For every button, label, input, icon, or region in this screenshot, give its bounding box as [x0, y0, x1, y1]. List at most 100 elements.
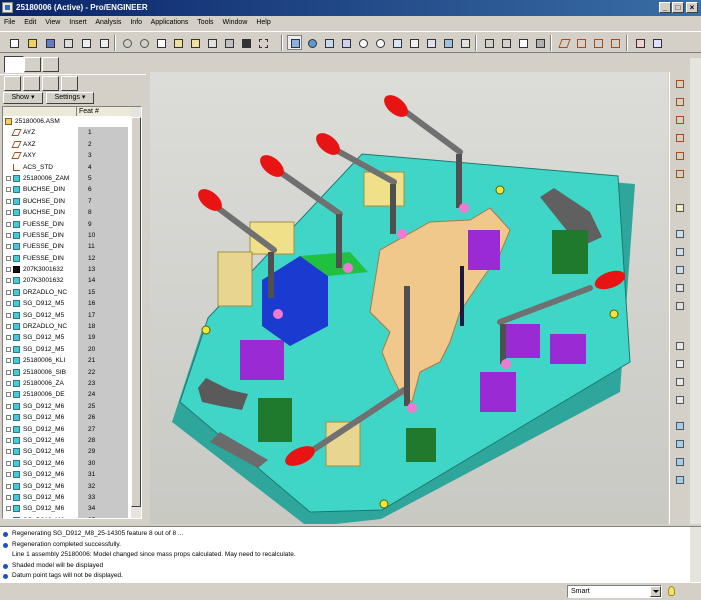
expand-icon[interactable]: [6, 358, 11, 364]
menu-edit[interactable]: Edit: [24, 19, 36, 26]
saved-views-icon[interactable]: [423, 35, 438, 50]
tree-row[interactable]: 25180006_ZA 23: [3, 377, 131, 390]
expand-icon[interactable]: [6, 380, 11, 386]
selection-filter-dropdown[interactable]: Smart: [567, 585, 662, 598]
expand-icon[interactable]: [6, 403, 11, 409]
tree-row[interactable]: 25180006_DE 24: [3, 389, 131, 401]
expand-icon[interactable]: [6, 187, 11, 193]
expand-icon[interactable]: [6, 244, 11, 250]
orient-mode-icon[interactable]: [321, 35, 336, 50]
expand-icon[interactable]: [6, 415, 11, 421]
tree-row[interactable]: 25180006_SIB 22: [3, 366, 131, 378]
expand-icon[interactable]: [6, 426, 11, 432]
undo-icon[interactable]: [119, 35, 134, 50]
hole-tool-icon[interactable]: [673, 228, 688, 242]
layer-tab[interactable]: [42, 57, 59, 72]
expand-icon[interactable]: [6, 472, 11, 478]
tree-row[interactable]: FUESSE_DIN 12: [3, 252, 131, 265]
tree-row[interactable]: SG_D912_M6 25: [3, 400, 131, 413]
tree-row[interactable]: 25180006_KLI 21: [3, 355, 131, 367]
component-add-icon[interactable]: [673, 202, 688, 216]
zoom-in-icon[interactable]: [355, 35, 370, 50]
expand-icon[interactable]: [6, 301, 11, 307]
expand-icon[interactable]: [6, 278, 11, 284]
menu-info[interactable]: Info: [130, 19, 142, 26]
coordinate-systems-icon[interactable]: [607, 35, 622, 50]
feat-column-header[interactable]: Feat #: [76, 107, 131, 116]
tree-row[interactable]: SG_D912_M6 33: [3, 491, 131, 504]
sketch-tab[interactable]: [24, 57, 41, 72]
csys-tool-icon[interactable]: [673, 168, 688, 182]
show-dropdown[interactable]: Show ▾: [3, 92, 43, 104]
tree-row[interactable]: SG_D912_M6 28: [3, 434, 131, 447]
extrude-tool-icon[interactable]: [673, 246, 688, 260]
shading-icon[interactable]: [532, 35, 547, 50]
tree-row[interactable]: SG_D912_M5 17: [3, 309, 131, 322]
table-tool-icon[interactable]: [673, 394, 688, 408]
expand-icon[interactable]: [6, 517, 11, 518]
tree-row[interactable]: SG_D912_M5 19: [3, 332, 131, 344]
datum-axis-tool-icon[interactable]: [673, 96, 688, 110]
mirror-tool-icon[interactable]: [673, 340, 688, 354]
tree-row[interactable]: SG_D912_M6 27: [3, 423, 131, 435]
tree-row[interactable]: BUCHSE_DIN 8: [3, 207, 131, 219]
tree-row[interactable]: SG_D912_M6 32: [3, 480, 131, 492]
lightbulb-icon[interactable]: [668, 586, 675, 596]
expand-icon[interactable]: [6, 198, 11, 204]
email-icon[interactable]: [78, 35, 93, 50]
tree-row[interactable]: SG_D912_M6 31: [3, 469, 131, 481]
repaint-icon[interactable]: [287, 35, 302, 50]
menu-view[interactable]: View: [45, 19, 60, 26]
tree-row[interactable]: SG_D912_M6 29: [3, 446, 131, 458]
expand-icon[interactable]: [6, 221, 11, 227]
pan-icon[interactable]: [338, 35, 353, 50]
email-attach-icon[interactable]: [96, 35, 111, 50]
layer-tree-tab[interactable]: [23, 76, 40, 91]
expand-icon[interactable]: [6, 346, 11, 352]
expand-icon[interactable]: [6, 392, 11, 398]
chevron-down-icon[interactable]: [650, 586, 661, 597]
tree-row[interactable]: SG_D912_M6 30: [3, 457, 131, 470]
expand-icon[interactable]: [6, 335, 11, 341]
close-button[interactable]: ×: [686, 2, 698, 13]
tree-row[interactable]: 25180006_ZAM 5: [3, 172, 131, 185]
menu-insert[interactable]: Insert: [69, 19, 87, 26]
group-tool-icon[interactable]: [673, 376, 688, 390]
layers-icon[interactable]: [440, 35, 455, 50]
annotation-icon[interactable]: [632, 35, 647, 50]
cut-tool-icon[interactable]: [673, 282, 688, 296]
regen-manager-icon[interactable]: [221, 35, 236, 50]
revolve-tool-icon[interactable]: [673, 264, 688, 278]
datum-plane-tool-icon[interactable]: [673, 78, 688, 92]
no-hidden-icon[interactable]: [515, 35, 530, 50]
tree-row[interactable]: SG_D912_M5 20: [3, 343, 131, 356]
tree-row[interactable]: 25180006.ASM: [3, 116, 131, 127]
new-file-icon[interactable]: [6, 35, 21, 50]
tree-row[interactable]: FUESSE_DIN 9: [3, 218, 131, 230]
context-help-icon[interactable]: [649, 35, 664, 50]
message-scrollbar[interactable]: [690, 526, 701, 582]
datum-axes-icon[interactable]: [573, 35, 588, 50]
print-icon[interactable]: [60, 35, 75, 50]
expand-icon[interactable]: [6, 494, 11, 500]
tree-row[interactable]: SG_D912_M6 34: [3, 503, 131, 515]
menu-tools[interactable]: Tools: [197, 19, 213, 26]
expand-icon[interactable]: [6, 232, 11, 238]
tree-row[interactable]: ACS_STD 4: [3, 161, 131, 173]
menu-help[interactable]: Help: [256, 19, 270, 26]
datum-curve-tool-icon[interactable]: [673, 114, 688, 128]
round-tool-icon[interactable]: [673, 300, 688, 314]
wireframe-icon[interactable]: [481, 35, 496, 50]
expand-icon[interactable]: [6, 449, 11, 455]
graphics-scrollbar[interactable]: [690, 58, 701, 524]
tree-row[interactable]: 207K3001632 13: [3, 264, 131, 276]
favorites-tab[interactable]: [61, 76, 78, 91]
expand-icon[interactable]: [6, 312, 11, 318]
tree-row[interactable]: FUESSE_DIN 10: [3, 229, 131, 242]
tree-row[interactable]: AXY 3: [3, 150, 131, 162]
minimize-button[interactable]: _: [659, 2, 671, 13]
tree-row[interactable]: AXZ 2: [3, 138, 131, 151]
paste-special-icon[interactable]: [187, 35, 202, 50]
open-folder-icon[interactable]: [24, 35, 39, 50]
tree-row[interactable]: 207K3001632 14: [3, 275, 131, 287]
